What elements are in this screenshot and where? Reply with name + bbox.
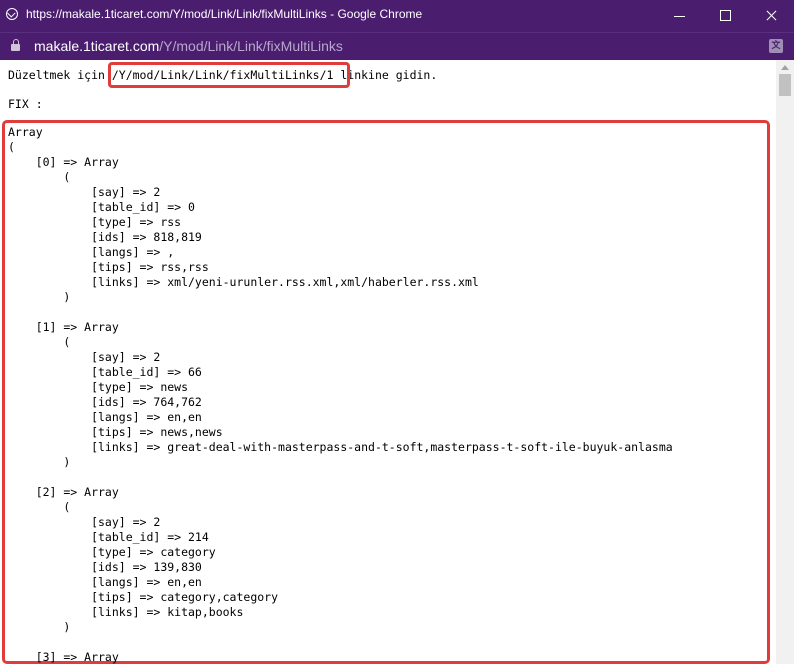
globe-icon bbox=[6, 8, 18, 20]
dump-line: [langs] => en,en bbox=[8, 410, 202, 424]
close-button[interactable] bbox=[748, 0, 794, 32]
dump-line bbox=[8, 470, 673, 485]
url-host: makale.1ticaret.com bbox=[34, 38, 160, 54]
dump-line: [type] => news bbox=[8, 380, 189, 394]
path-highlight-box bbox=[108, 62, 350, 88]
window-title: https://makale.1ticaret.com/Y/mod/Link/L… bbox=[26, 7, 423, 21]
dump-line: [table_id] => 0 bbox=[8, 200, 195, 214]
scroll-up-arrow-icon[interactable] bbox=[781, 65, 789, 70]
url-field[interactable]: makale.1ticaret.com/Y/mod/Link/Link/fixM… bbox=[34, 38, 343, 54]
dump-line: ( bbox=[8, 500, 71, 514]
translate-icon[interactable]: 文 bbox=[769, 39, 783, 53]
dump-line: [langs] => en,en bbox=[8, 575, 202, 589]
dump-line: [table_id] => 66 bbox=[8, 365, 202, 379]
dump-line: [0] => Array bbox=[8, 155, 119, 169]
dump-line: ( bbox=[8, 140, 15, 154]
dump-line bbox=[8, 305, 673, 320]
url-path: /Y/mod/Link/Link/fixMultiLinks bbox=[159, 38, 343, 54]
vertical-scrollbar[interactable] bbox=[776, 60, 794, 664]
fix-label: FIX : bbox=[8, 97, 43, 111]
dump-line: ) bbox=[8, 620, 71, 634]
maximize-button[interactable] bbox=[702, 0, 748, 32]
dump-line: [say] => 2 bbox=[8, 185, 161, 199]
dump-line: ( bbox=[8, 170, 71, 184]
dump-line: [say] => 2 bbox=[8, 515, 161, 529]
dump-line: [tips] => news,news bbox=[8, 425, 223, 439]
dump-line: [1] => Array bbox=[8, 320, 119, 334]
dump-line: [type] => rss bbox=[8, 215, 182, 229]
scrollbar-thumb[interactable] bbox=[779, 74, 791, 96]
minimize-button[interactable] bbox=[656, 0, 702, 32]
dump-line: [links] => great-deal-with-masterpass-an… bbox=[8, 440, 673, 454]
dump-line: [langs] => , bbox=[8, 245, 175, 259]
dump-line: [ids] => 139,830 bbox=[8, 560, 202, 574]
dump-line: [ids] => 764,762 bbox=[8, 395, 202, 409]
dump-line: ) bbox=[8, 290, 71, 304]
dump-line: [tips] => category,category bbox=[8, 590, 279, 604]
dump-line: [type] => category bbox=[8, 545, 216, 559]
message-prefix: Düzeltmek için bbox=[8, 68, 112, 82]
dump-line: [say] => 2 bbox=[8, 350, 161, 364]
page-content: Düzeltmek için /Y/mod/Link/Link/fixMulti… bbox=[0, 60, 776, 664]
dump-line: ) bbox=[8, 455, 71, 469]
dump-line: ( bbox=[8, 335, 71, 349]
address-bar[interactable]: makale.1ticaret.com/Y/mod/Link/Link/fixM… bbox=[0, 32, 794, 60]
dump-line: [2] => Array bbox=[8, 485, 119, 499]
dump-line: [ids] => 818,819 bbox=[8, 230, 202, 244]
window-titlebar: https://makale.1ticaret.com/Y/mod/Link/L… bbox=[0, 0, 794, 32]
array-dump: Array( [0] => Array ( [say] => 2 [table_… bbox=[8, 125, 673, 664]
lock-icon[interactable] bbox=[11, 39, 20, 51]
dump-line: [links] => kitap,books bbox=[8, 605, 244, 619]
dump-line: [links] => xml/yeni-urunler.rss.xml,xml/… bbox=[8, 275, 479, 289]
dump-line: [tips] => rss,rss bbox=[8, 260, 209, 274]
dump-line bbox=[8, 635, 673, 650]
dump-line: [table_id] => 214 bbox=[8, 530, 209, 544]
dump-line: Array bbox=[8, 125, 43, 139]
dump-line: [3] => Array bbox=[8, 650, 119, 664]
